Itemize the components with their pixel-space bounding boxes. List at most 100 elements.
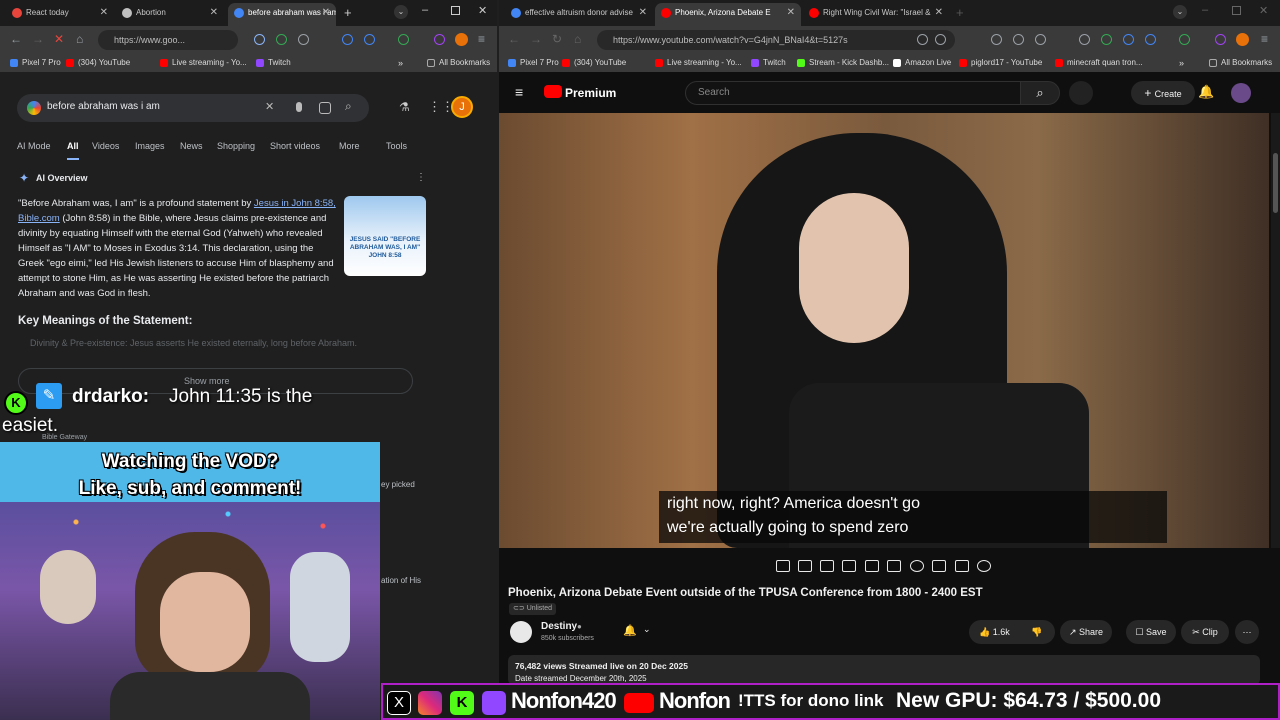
chevron-down-icon[interactable]: ⌄	[394, 5, 408, 19]
bookmark-item[interactable]: Pixel 7 Pro	[508, 54, 559, 72]
back-icon[interactable]: ←	[10, 32, 22, 46]
forward-icon[interactable]: →	[32, 32, 44, 46]
youtube-search-input[interactable]: Search	[685, 81, 1021, 105]
tab-right-wing-civil-war[interactable]: Right Wing Civil War: "Israel & ✕	[803, 3, 949, 26]
tab-shopping[interactable]: Shopping	[217, 141, 255, 151]
more-actions-icon[interactable]: ⋯	[1235, 620, 1259, 644]
bookmark-item[interactable]: Live streaming - Yo...	[160, 54, 247, 72]
stop-icon[interactable]: ✕	[54, 32, 64, 46]
share-button[interactable]: ↗ Share	[1060, 620, 1112, 644]
youtube-logo-icon[interactable]	[544, 85, 562, 98]
extension-icon[interactable]	[342, 34, 353, 45]
menu-icon[interactable]: ≡	[1261, 32, 1268, 46]
extension-icon[interactable]	[1101, 34, 1112, 45]
pip-icon[interactable]	[865, 560, 879, 572]
extension-icon[interactable]	[298, 34, 309, 45]
filter-icon[interactable]	[932, 560, 946, 572]
tab-abortion[interactable]: Abortion ✕	[116, 3, 224, 26]
address-bar[interactable]: https://www.youtube.com/watch?v=G4jnN_BN…	[597, 30, 955, 50]
mic-icon[interactable]	[296, 102, 302, 112]
profile-avatar[interactable]	[455, 33, 468, 46]
extension-icon[interactable]	[935, 34, 946, 45]
bell-icon[interactable]: 🔔	[1198, 84, 1214, 100]
all-bookmarks[interactable]: All Bookmarks	[1209, 54, 1272, 72]
home-icon[interactable]: ⌂	[76, 32, 83, 46]
extension-icon[interactable]	[398, 34, 409, 45]
close-icon[interactable]: ✕	[322, 3, 330, 23]
tab-images[interactable]: Images	[135, 141, 165, 151]
extension-icon[interactable]	[434, 34, 445, 45]
mic-icon[interactable]	[1069, 81, 1093, 105]
search-icon[interactable]: ⌕	[345, 99, 352, 114]
bookmark-item[interactable]: piglord17 - YouTube	[959, 54, 1042, 72]
bookmark-item[interactable]: Amazon Live	[893, 54, 951, 72]
lens-icon[interactable]	[319, 102, 331, 114]
bell-icon[interactable]: 🔔	[623, 624, 637, 637]
extension-icon[interactable]	[917, 34, 928, 45]
tab-short-videos[interactable]: Short videos	[270, 141, 320, 151]
bookmark-item[interactable]: (304) YouTube	[66, 54, 130, 72]
extension-icon[interactable]	[991, 34, 1002, 45]
description-box[interactable]: 76,482 views Streamed live on 20 Dec 202…	[508, 655, 1260, 685]
close-icon[interactable]: ✕	[210, 3, 218, 23]
theater-icon[interactable]	[887, 560, 901, 572]
bookmark-item[interactable]: Pixel 7 Pro	[10, 54, 61, 72]
channel-name[interactable]: Destiny	[541, 621, 577, 632]
close-icon[interactable]: ✕	[935, 3, 943, 23]
search-icon[interactable]: ⌕	[1020, 81, 1060, 105]
youtube-premium-brand[interactable]: Premium	[565, 86, 616, 100]
close-icon[interactable]: ✕	[100, 3, 108, 23]
tab-before-abraham[interactable]: before abraham was i am ✕	[228, 3, 336, 26]
loop-icon[interactable]	[776, 560, 790, 572]
tab-more[interactable]: More	[339, 141, 360, 151]
scrollbar[interactable]	[1271, 113, 1280, 548]
more-options-icon[interactable]: ⋮	[416, 172, 426, 183]
tab-news[interactable]: News	[180, 141, 203, 151]
extension-icon[interactable]	[276, 34, 287, 45]
menu-icon[interactable]: ≡	[478, 32, 485, 46]
save-button[interactable]: ☐ Save	[1126, 620, 1176, 644]
video-player[interactable]: right now, right? America doesn't go we'…	[499, 113, 1269, 548]
extension-icon[interactable]	[1215, 34, 1226, 45]
calendar-icon[interactable]	[842, 560, 856, 572]
home-icon[interactable]: ⌂	[574, 32, 581, 46]
google-search-box[interactable]: before abraham was i am ✕ ⌕	[17, 94, 369, 122]
audio-icon[interactable]	[798, 560, 812, 572]
chevron-down-icon[interactable]: ⌄	[643, 624, 651, 635]
bookmark-item[interactable]: Twitch	[256, 54, 291, 72]
minimize-icon[interactable]: –	[422, 4, 428, 16]
chevron-right-icon[interactable]: »	[398, 54, 403, 72]
maximize-icon[interactable]	[451, 6, 460, 15]
window-close-icon[interactable]: ✕	[478, 4, 487, 17]
profile-avatar[interactable]	[1236, 33, 1249, 46]
back-icon[interactable]: ←	[508, 32, 520, 46]
scrollbar-thumb[interactable]	[1273, 153, 1278, 213]
extension-icon[interactable]	[1123, 34, 1134, 45]
camera-icon[interactable]	[955, 560, 969, 572]
labs-icon[interactable]: ⚗	[399, 100, 410, 114]
bookmark-item[interactable]: Twitch	[751, 54, 786, 72]
extension-icon[interactable]	[1179, 34, 1190, 45]
avatar[interactable]	[1231, 83, 1251, 103]
close-icon[interactable]: ✕	[787, 3, 795, 23]
extension-icon[interactable]	[1035, 34, 1046, 45]
extension-icon[interactable]	[1013, 34, 1024, 45]
tab-ai-mode[interactable]: AI Mode	[17, 141, 51, 151]
extension-icon[interactable]	[1079, 34, 1090, 45]
window-close-icon[interactable]: ✕	[1259, 4, 1268, 17]
account-avatar[interactable]: J	[451, 96, 473, 118]
bookmark-item[interactable]: (304) YouTube	[562, 54, 626, 72]
tab-react-today[interactable]: React today ✕	[6, 3, 114, 26]
chevron-right-icon[interactable]: »	[1179, 54, 1184, 72]
clear-icon[interactable]: ✕	[265, 100, 274, 113]
tab-phoenix-debate[interactable]: Phoenix, Arizona Debate E ✕	[655, 3, 801, 26]
address-bar[interactable]: https://www.goo...	[98, 30, 238, 50]
thumbs-down-icon[interactable]: 👎	[1031, 620, 1042, 644]
gear-icon[interactable]	[977, 560, 991, 572]
like-button[interactable]: 👍 1.6k 👎	[969, 620, 1055, 644]
all-bookmarks[interactable]: All Bookmarks	[427, 54, 490, 72]
close-icon[interactable]: ✕	[639, 3, 647, 23]
tab-tools[interactable]: Tools	[386, 141, 407, 151]
overview-image[interactable]: JESUS SAID "BEFORE ABRAHAM WAS, I AM" JO…	[344, 196, 426, 276]
extension-icon[interactable]	[254, 34, 265, 45]
